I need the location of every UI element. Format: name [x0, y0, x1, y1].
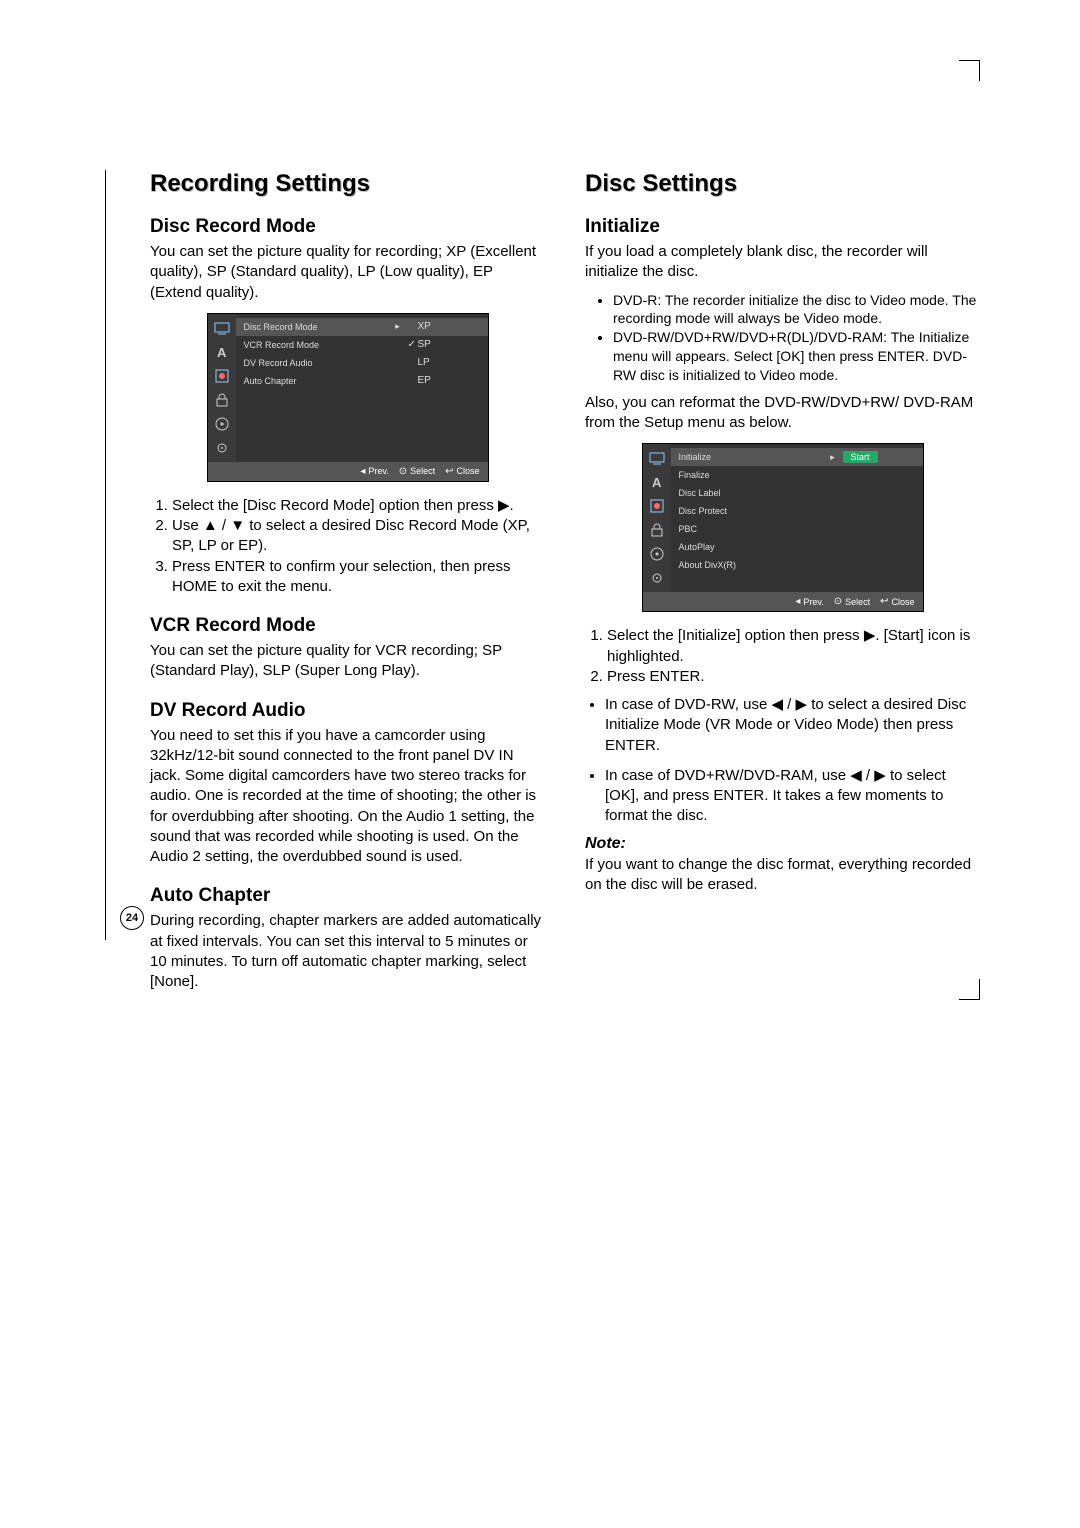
- osd-recording-menu: A Disc Record Mode ▸ XP VCR Rec: [207, 313, 489, 482]
- close-icon: ↩: [445, 466, 453, 477]
- auto-chapter-desc: During recording, chapter markers are ad…: [150, 911, 545, 992]
- bullet-dvd-rw: DVD-RW/DVD+RW/DVD+R(DL)/DVD-RAM: The Ini…: [613, 328, 980, 385]
- margin-rule: [105, 170, 106, 940]
- crop-mark-top: [959, 60, 980, 81]
- a-icon: A: [214, 344, 230, 360]
- svg-text:A: A: [652, 475, 662, 490]
- osd-item-auto-chapter[interactable]: Auto Chapter EP: [236, 372, 488, 390]
- step-1: Select the [Disc Record Mode] option the…: [172, 496, 545, 516]
- initialize-cases: In case of DVD-RW, use ◀ / ▶ to select a…: [585, 695, 980, 827]
- select-icon: ⊙: [399, 466, 407, 477]
- right-column: Disc Settings Initialize If you load a c…: [585, 170, 980, 1000]
- init-step-2: Press ENTER.: [607, 667, 980, 687]
- case-dvd-rw: In case of DVD-RW, use ◀ / ▶ to select a…: [605, 695, 980, 756]
- initialize-also: Also, you can reformat the DVD-RW/DVD+RW…: [585, 393, 980, 434]
- initialize-steps: Select the [Initialize] option then pres…: [585, 626, 980, 687]
- initialize-heading: Initialize: [585, 216, 980, 238]
- chevron-right-icon: ▸: [827, 452, 839, 463]
- note-text: If you want to change the disc format, e…: [585, 855, 980, 896]
- osd-disc-menu: A Initialize ▸ Start Finalize Disc: [642, 443, 924, 612]
- disc-icon: [649, 546, 665, 562]
- osd-item-finalize[interactable]: Finalize: [671, 466, 923, 484]
- rec-icon: [649, 498, 665, 514]
- osd-item-about-divx[interactable]: About DivX(R): [671, 556, 923, 574]
- disc-record-mode-heading: Disc Record Mode: [150, 216, 545, 238]
- auto-chapter-heading: Auto Chapter: [150, 885, 545, 907]
- left-column: Recording Settings Disc Record Mode You …: [150, 170, 545, 1000]
- tv-icon: [649, 450, 665, 466]
- initialize-bullets: DVD-R: The recorder initialize the disc …: [585, 291, 980, 385]
- dv-record-audio-desc: You need to set this if you have a camco…: [150, 726, 545, 868]
- prev-icon: ◂: [360, 466, 365, 477]
- recording-settings-heading: Recording Settings: [150, 170, 545, 198]
- crop-mark-bottom: [959, 979, 980, 1000]
- close-icon: ↩: [880, 596, 888, 607]
- note-label: Note:: [585, 835, 980, 853]
- tv-icon: [214, 320, 230, 336]
- gear-icon: [214, 440, 230, 456]
- bullet-dvd-r: DVD-R: The recorder initialize the disc …: [613, 291, 980, 329]
- vcr-record-mode-desc: You can set the picture quality for VCR …: [150, 641, 545, 682]
- osd-footer: ◂Prev. ⊙Select ↩Close: [643, 592, 923, 611]
- disc-record-mode-steps: Select the [Disc Record Mode] option the…: [150, 496, 545, 597]
- osd-item-disc-record-mode[interactable]: Disc Record Mode ▸ XP: [236, 318, 488, 336]
- gear-icon: [649, 570, 665, 586]
- init-step-1: Select the [Initialize] option then pres…: [607, 626, 980, 667]
- osd-item-initialize[interactable]: Initialize ▸ Start: [671, 448, 923, 466]
- disc-icon: [214, 416, 230, 432]
- osd-item-disc-label[interactable]: Disc Label: [671, 484, 923, 502]
- lock-icon: [649, 522, 665, 538]
- lock-icon: [214, 392, 230, 408]
- disc-record-mode-desc: You can set the picture quality for reco…: [150, 242, 545, 303]
- osd-item-autoplay[interactable]: AutoPlay: [671, 538, 923, 556]
- step-2: Use ▲ / ▼ to select a desired Disc Recor…: [172, 516, 545, 557]
- osd-item-vcr-record-mode[interactable]: VCR Record Mode ✓SP: [236, 336, 488, 354]
- osd-icon-column: A: [643, 444, 671, 592]
- page-number: 24: [120, 906, 144, 930]
- disc-settings-heading: Disc Settings: [585, 170, 980, 198]
- select-icon: ⊙: [834, 596, 842, 607]
- a-icon: A: [649, 474, 665, 490]
- rec-icon: [214, 368, 230, 384]
- start-button[interactable]: Start: [843, 451, 878, 463]
- svg-text:A: A: [217, 345, 227, 360]
- osd-item-disc-protect[interactable]: Disc Protect: [671, 502, 923, 520]
- prev-icon: ◂: [795, 596, 800, 607]
- osd-item-pbc[interactable]: PBC: [671, 520, 923, 538]
- osd-item-dv-record-audio[interactable]: DV Record Audio LP: [236, 354, 488, 372]
- osd-footer: ◂Prev. ⊙Select ↩Close: [208, 462, 488, 481]
- initialize-desc: If you load a completely blank disc, the…: [585, 242, 980, 283]
- osd-icon-column: A: [208, 314, 236, 462]
- dv-record-audio-heading: DV Record Audio: [150, 700, 545, 722]
- case-dvd-plus-rw: In case of DVD+RW/DVD-RAM, use ◀ / ▶ to …: [605, 766, 980, 827]
- step-3: Press ENTER to confirm your selection, t…: [172, 557, 545, 598]
- chevron-right-icon: ▸: [392, 321, 404, 332]
- vcr-record-mode-heading: VCR Record Mode: [150, 615, 545, 637]
